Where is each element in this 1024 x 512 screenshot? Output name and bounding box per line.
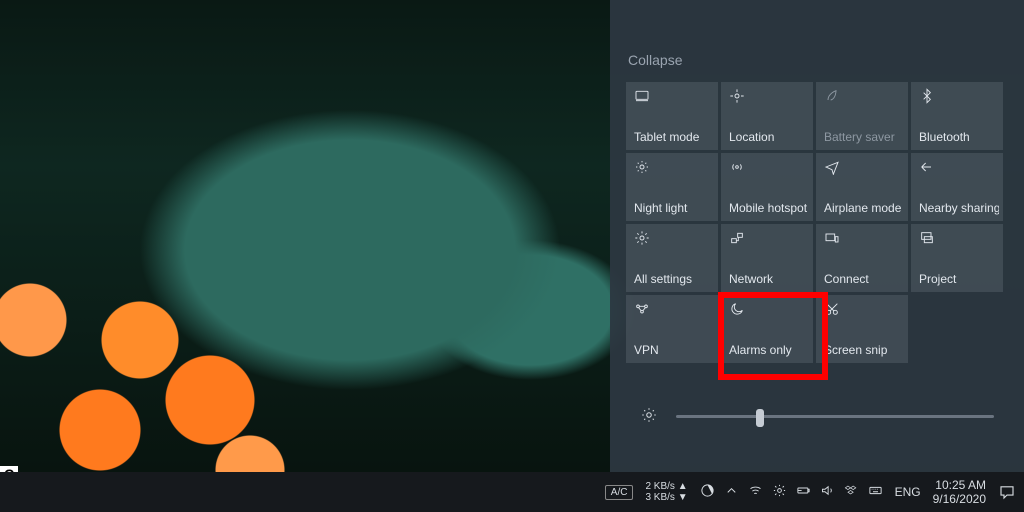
tile-network[interactable]: Network [721, 224, 813, 292]
tile-label: Project [919, 272, 999, 286]
tile-screen-snip[interactable]: Screen snip [816, 295, 908, 363]
tile-project[interactable]: Project [911, 224, 1003, 292]
tile-label: All settings [634, 272, 714, 286]
tile-label: Network [729, 272, 809, 286]
snip-icon [824, 301, 840, 320]
tile-label: Connect [824, 272, 904, 286]
tile-label: Mobile hotspot [729, 201, 809, 215]
moon-icon [729, 301, 745, 320]
tile-label: Nearby sharing [919, 201, 999, 215]
share-icon [919, 159, 935, 178]
action-center-panel: Collapse Tablet mode Location Battery sa… [610, 0, 1024, 472]
tile-battery-saver[interactable]: Battery saver [816, 82, 908, 150]
wifi-icon[interactable] [748, 483, 763, 501]
netspeed-indicator: 2 KB/s ▲ 3 KB/s ▼ [645, 481, 687, 503]
dropbox-icon[interactable] [844, 483, 859, 501]
tile-label: Battery saver [824, 130, 904, 144]
net-up: 2 KB/s ▲ [645, 481, 687, 492]
taskbar: A/C 2 KB/s ▲ 3 KB/s ▼ ENG 10:25 AM 9/16/… [0, 472, 1024, 512]
tile-vpn[interactable]: VPN [626, 295, 718, 363]
bluetooth-icon [919, 88, 935, 107]
gear-icon [634, 230, 650, 249]
clock[interactable]: 10:25 AM 9/16/2020 [933, 478, 986, 507]
brightness-slider[interactable] [676, 415, 994, 418]
location-icon [729, 88, 745, 107]
tile-label: Airplane mode [824, 201, 904, 215]
tile-label: Tablet mode [634, 130, 714, 144]
tile-label: VPN [634, 343, 714, 357]
keyboard-icon[interactable] [868, 483, 883, 501]
connect-icon [824, 230, 840, 249]
leaf-icon [824, 88, 840, 107]
tile-bluetooth[interactable]: Bluetooth [911, 82, 1003, 150]
clock-date: 9/16/2020 [933, 492, 986, 506]
clock-time: 10:25 AM [933, 478, 986, 492]
tile-connect[interactable]: Connect [816, 224, 908, 292]
tile-label: Night light [634, 201, 714, 215]
chevron-up-icon[interactable] [724, 483, 739, 501]
tablet-icon [634, 88, 650, 107]
tile-tablet-mode[interactable]: Tablet mode [626, 82, 718, 150]
vpn-icon [634, 301, 650, 320]
tile-label: Alarms only [729, 343, 809, 357]
collapse-link[interactable]: Collapse [628, 52, 682, 68]
tile-label: Location [729, 130, 809, 144]
network-icon [729, 230, 745, 249]
meter-icon[interactable] [700, 483, 715, 501]
brightness-icon [640, 406, 658, 427]
tile-nearby-sharing[interactable]: Nearby sharing [911, 153, 1003, 221]
tile-location[interactable]: Location [721, 82, 813, 150]
brightness-tray-icon[interactable] [772, 483, 787, 501]
net-down: 3 KB/s ▼ [645, 492, 687, 503]
tile-label: Screen snip [824, 343, 904, 357]
tile-all-settings[interactable]: All settings [626, 224, 718, 292]
brightness-thumb[interactable] [756, 409, 764, 427]
tile-alarms-only[interactable]: Alarms only [721, 295, 813, 363]
tile-airplane-mode[interactable]: Airplane mode [816, 153, 908, 221]
project-icon [919, 230, 935, 249]
quick-action-tiles: Tablet mode Location Battery saver Bluet… [626, 82, 1014, 363]
battery-icon[interactable] [796, 483, 811, 501]
tile-night-light[interactable]: Night light [626, 153, 718, 221]
power-badge: A/C [605, 485, 634, 500]
tray-icons [700, 483, 883, 501]
language-indicator[interactable]: ENG [895, 485, 921, 499]
action-center-tray-icon[interactable] [998, 483, 1016, 501]
brightness-row [640, 400, 994, 432]
antenna-icon [729, 159, 745, 178]
sun-icon [634, 159, 650, 178]
tile-label: Bluetooth [919, 130, 999, 144]
volume-icon[interactable] [820, 483, 835, 501]
airplane-icon [824, 159, 840, 178]
tile-mobile-hotspot[interactable]: Mobile hotspot [721, 153, 813, 221]
